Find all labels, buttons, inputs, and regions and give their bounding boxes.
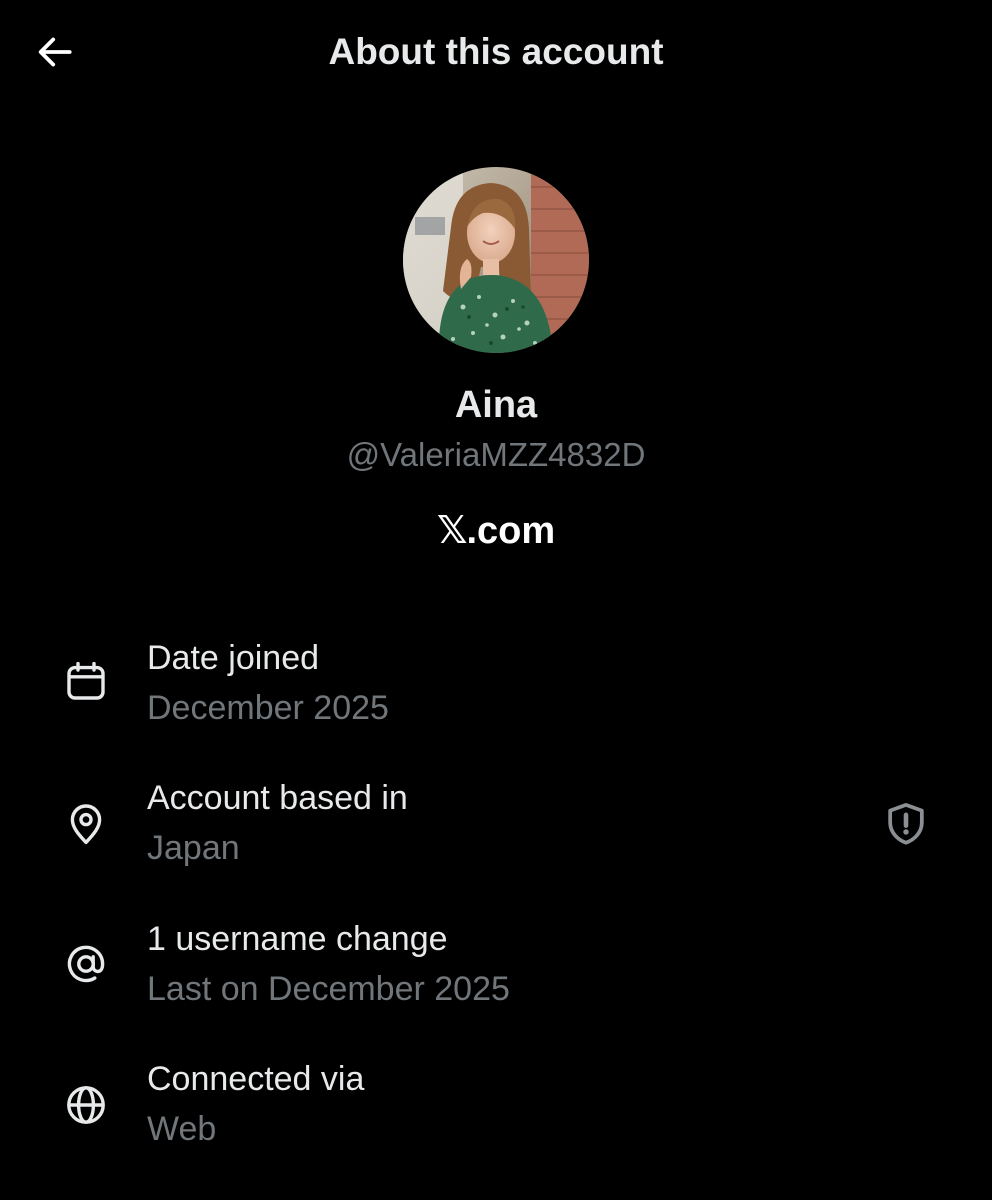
detail-row-date-joined: Date joined December 2025 — [0, 636, 992, 746]
detail-value: Japan — [147, 829, 240, 867]
x-logo-icon: 𝕏 — [436, 508, 468, 552]
calendar-icon — [60, 656, 112, 708]
shield-alert-icon[interactable] — [880, 798, 932, 850]
at-sign-icon — [60, 938, 112, 990]
detail-row-username-change: 1 username change Last on December 2025 — [0, 917, 992, 1027]
header-bar: About this account — [0, 0, 992, 104]
globe-icon — [60, 1079, 112, 1131]
detail-title: Connected via — [147, 1060, 365, 1098]
detail-title: 1 username change — [147, 920, 448, 958]
detail-value: Last on December 2025 — [147, 970, 510, 1008]
detail-row-connected-via: Connected via Web — [0, 1057, 992, 1167]
detail-title: Account based in — [147, 779, 408, 817]
detail-value: Web — [147, 1110, 217, 1148]
username-handle: @ValeriaMZZ4832D — [346, 436, 646, 473]
page-title: About this account — [328, 31, 664, 72]
detail-value: December 2025 — [147, 689, 389, 727]
location-pin-icon — [60, 798, 112, 850]
profile-photo — [403, 167, 589, 353]
source-domain: .com — [466, 510, 556, 552]
detail-row-account-based-in: Account based in Japan — [0, 776, 992, 886]
display-name: Aina — [454, 384, 538, 426]
source-label: 𝕏.com — [0, 506, 992, 555]
detail-title: Date joined — [147, 639, 320, 677]
avatar[interactable] — [403, 167, 589, 353]
